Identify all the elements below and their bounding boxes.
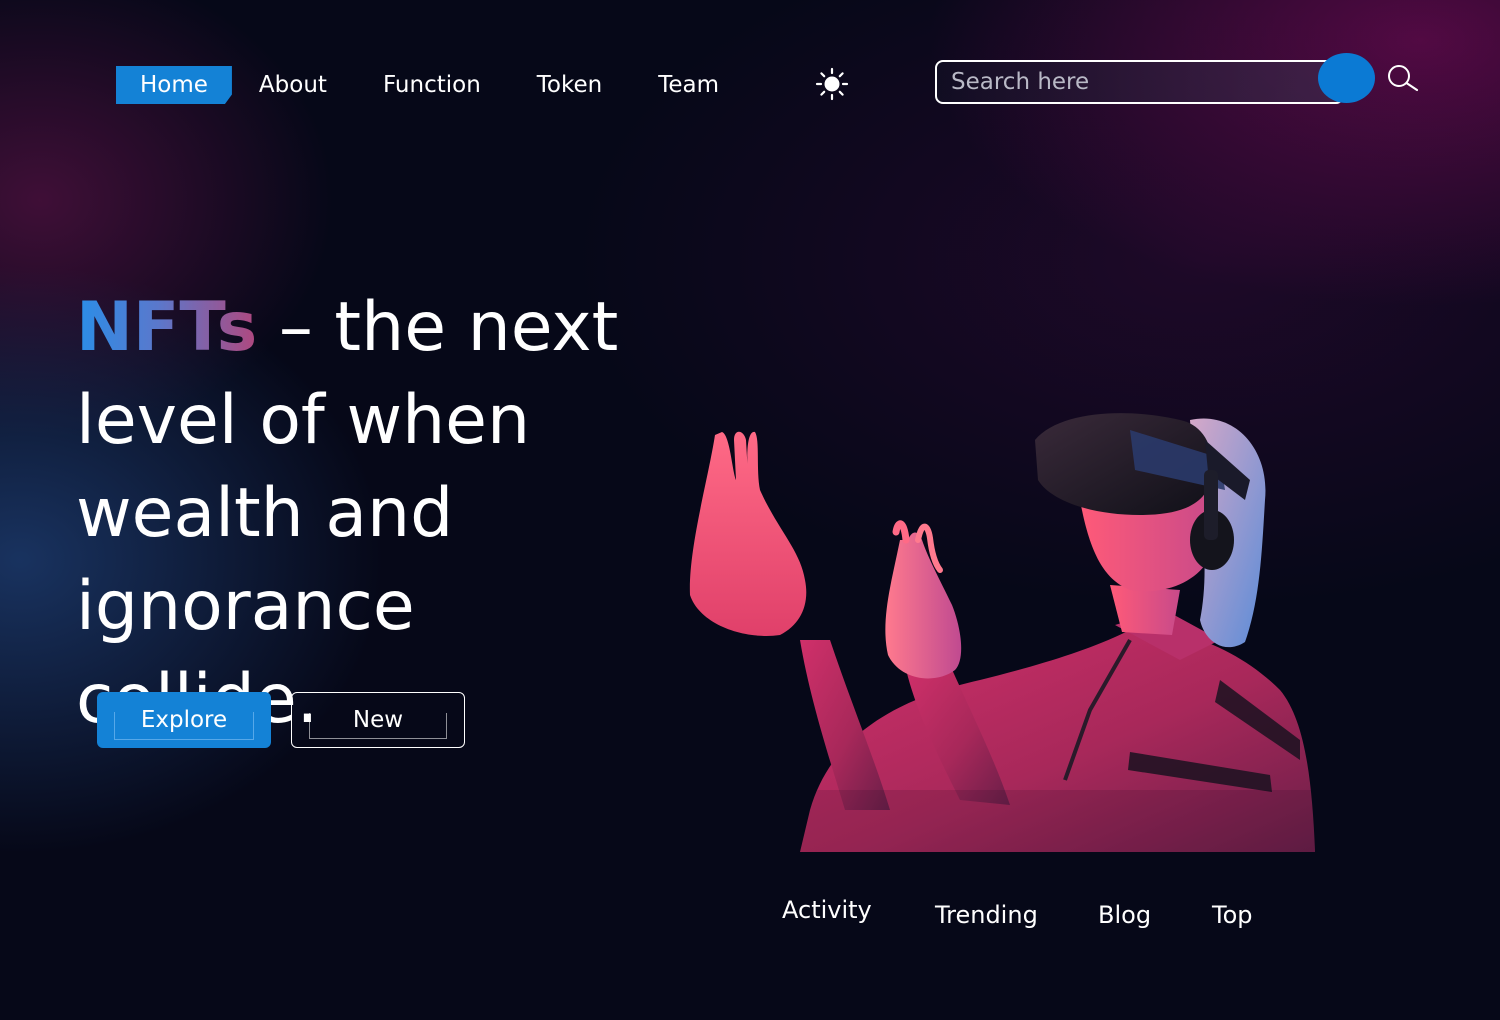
new-button[interactable]: New [291, 692, 465, 748]
hero-heading-accent: NFTs [76, 288, 258, 367]
nav-item-token[interactable]: Token [537, 66, 602, 104]
explore-button[interactable]: Explore [97, 692, 271, 748]
bottom-link-trending[interactable]: Trending [935, 901, 1038, 929]
nav-item-about[interactable]: About [259, 66, 327, 104]
nav-item-team[interactable]: Team [658, 66, 719, 104]
nav-item-function[interactable]: Function [383, 66, 481, 104]
bottom-link-blog[interactable]: Blog [1098, 901, 1151, 929]
bottom-link-top[interactable]: Top [1212, 901, 1253, 929]
hero-heading: NFTs – the next level of when wealth and… [76, 281, 676, 746]
vr-user-image [660, 380, 1350, 860]
explore-button-label: Explore [140, 707, 228, 733]
new-button-label: New [352, 707, 404, 733]
bottom-link-activity[interactable]: Activity [782, 896, 872, 924]
search-box [935, 60, 1344, 104]
search-icon[interactable] [1385, 64, 1419, 94]
search-toggle-button[interactable] [1318, 53, 1375, 103]
sun-icon[interactable] [815, 67, 849, 101]
main-nav: Home About Function Token Team [116, 66, 719, 104]
search-input[interactable] [951, 62, 1311, 102]
nav-item-home[interactable]: Home [116, 66, 232, 104]
